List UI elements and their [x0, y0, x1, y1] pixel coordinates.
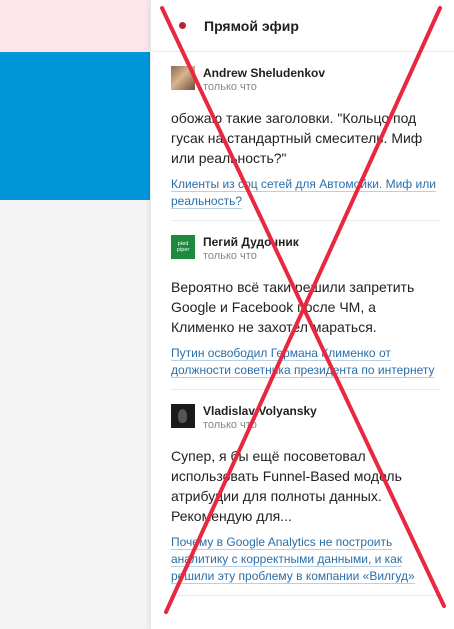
- feed-item: pied piper Пегий Дудочник только что Вер…: [171, 221, 440, 390]
- article-link-text[interactable]: Клиенты из соц сетей для Автомойки. Миф …: [171, 177, 436, 209]
- comment-text[interactable]: Вероятно всё таки решили запретить Googl…: [171, 277, 440, 337]
- panel-title: Прямой эфир: [204, 17, 299, 34]
- author-info: Vladislav Volyansky только что: [203, 404, 317, 432]
- author-name[interactable]: Andrew Sheludenkov: [203, 66, 325, 80]
- author-row: Vladislav Volyansky только что: [171, 404, 440, 432]
- background-pink-strip: [0, 0, 150, 52]
- article-link-text[interactable]: Почему в Google Analytics не построить а…: [171, 535, 415, 584]
- article-link[interactable]: Клиенты из соц сетей для Автомойки. Миф …: [171, 176, 440, 220]
- comment-time: только что: [203, 419, 257, 431]
- user-photo-icon[interactable]: [171, 404, 195, 428]
- feed-item: Vladislav Volyansky только что Супер, я …: [171, 390, 440, 596]
- user-photo-icon[interactable]: [171, 66, 195, 90]
- feed-list: Andrew Sheludenkov только что обожаю так…: [151, 52, 454, 596]
- live-dot-icon: [179, 22, 186, 29]
- article-link-text[interactable]: Путин освободил Германа Клименко от долж…: [171, 346, 435, 378]
- article-link[interactable]: Путин освободил Германа Клименко от долж…: [171, 345, 440, 389]
- comment-time: только что: [203, 81, 257, 93]
- background-gray-area: [0, 200, 150, 629]
- comment-time: только что: [203, 250, 257, 262]
- live-feed-panel: Прямой эфир Andrew Sheludenkov только чт…: [150, 0, 454, 629]
- author-info: Andrew Sheludenkov только что: [203, 66, 325, 94]
- panel-header: Прямой эфир: [151, 0, 454, 52]
- author-row: pied piper Пегий Дудочник только что: [171, 235, 440, 263]
- feed-item: Andrew Sheludenkov только что обожаю так…: [171, 52, 440, 221]
- green-logo-icon[interactable]: pied piper: [171, 235, 195, 259]
- author-info: Пегий Дудочник только что: [203, 235, 299, 263]
- background-blue-banner: [0, 52, 150, 200]
- author-row: Andrew Sheludenkov только что: [171, 66, 440, 94]
- article-link[interactable]: Почему в Google Analytics не построить а…: [171, 534, 440, 595]
- comment-text[interactable]: обожаю такие заголовки. "Кольцо под гуса…: [171, 108, 440, 168]
- avatar-logo-text: pied piper: [176, 241, 190, 253]
- author-name[interactable]: Vladislav Volyansky: [203, 404, 317, 418]
- author-name[interactable]: Пегий Дудочник: [203, 235, 299, 249]
- comment-text[interactable]: Супер, я бы ещё посоветовал использовать…: [171, 446, 440, 526]
